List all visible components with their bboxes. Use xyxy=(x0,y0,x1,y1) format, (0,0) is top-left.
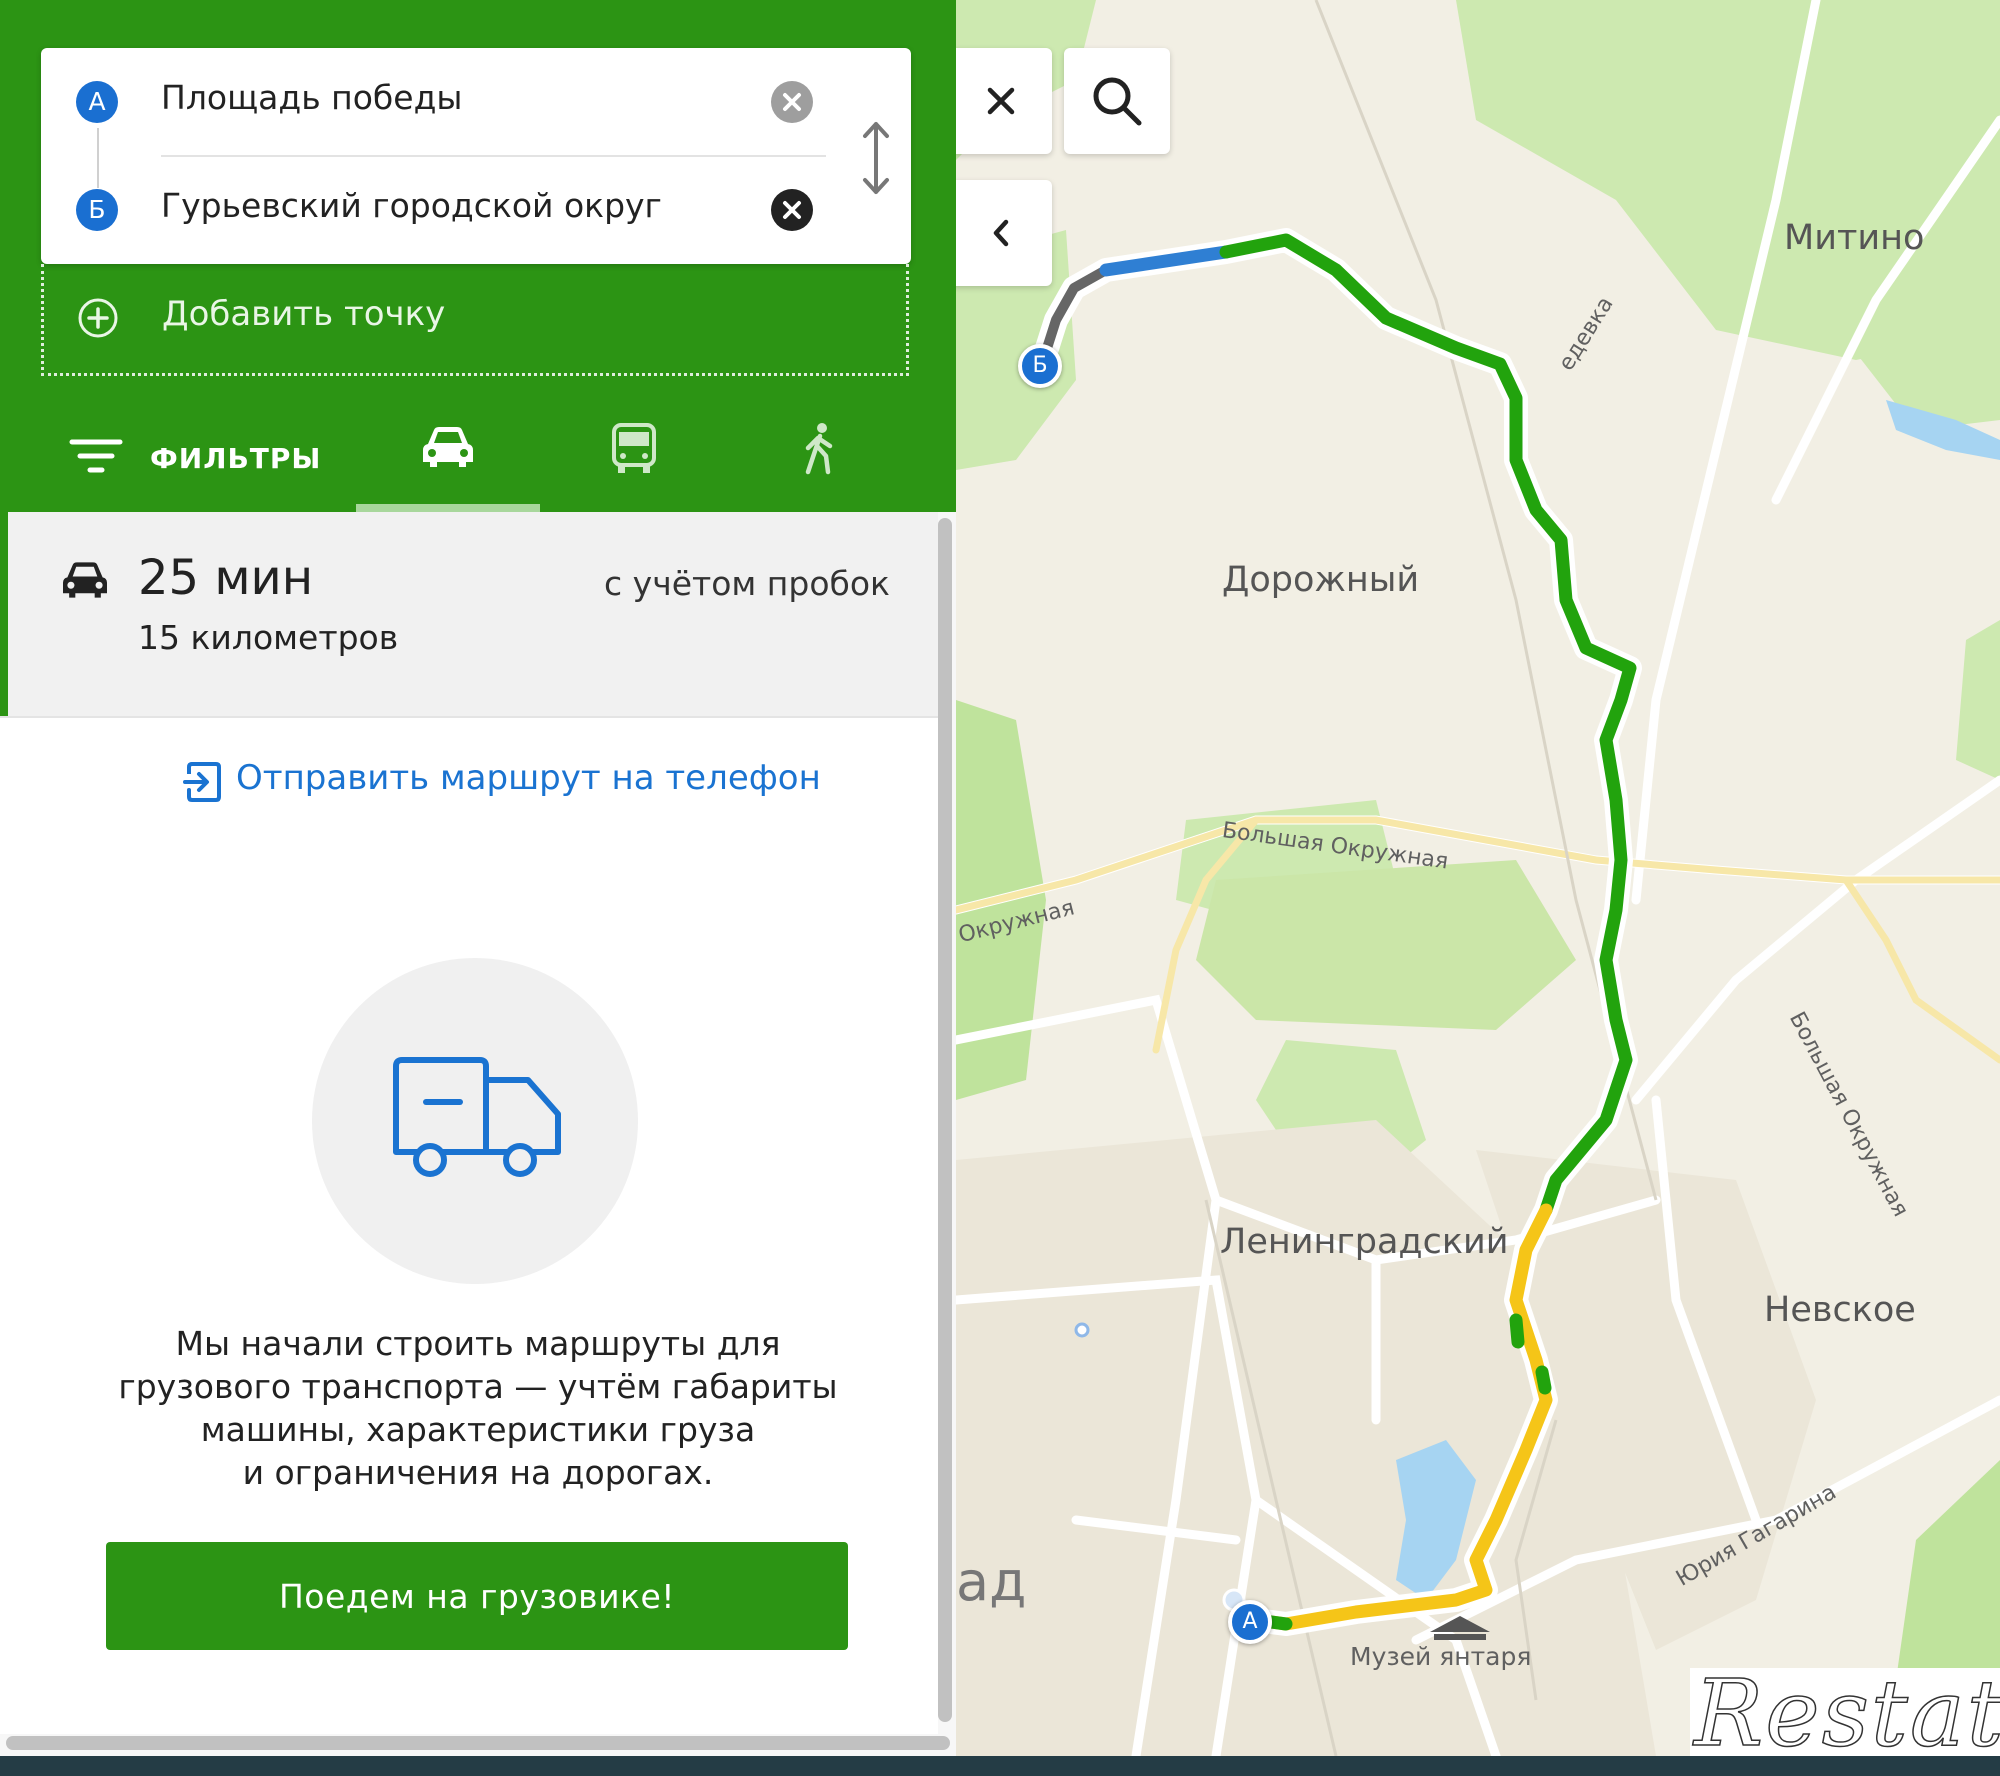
map-label-muzey-yantarya: Музей янтаря xyxy=(1350,1642,1532,1671)
promo-line: грузового транспорта — учтём габариты xyxy=(118,1367,838,1406)
point-a-row[interactable]: А Площадь победы xyxy=(41,48,911,156)
promo-line: Мы начали строить маршруты для xyxy=(175,1324,781,1363)
map-label-city-fragment: ад xyxy=(956,1550,1027,1613)
taskbar xyxy=(0,1756,2000,1776)
route-header: А Площадь победы Б Гурьевский городской … xyxy=(0,0,956,512)
transport-tabs: ФИЛЬТРЫ xyxy=(0,400,956,512)
add-point-label: Добавить точку xyxy=(162,294,446,334)
point-a-badge: А xyxy=(76,81,118,123)
pedestrian-icon xyxy=(805,423,833,475)
close-route-button[interactable] xyxy=(956,48,1052,154)
map-canvas xyxy=(956,0,2000,1756)
send-to-phone-label: Отправить маршрут на телефон xyxy=(236,758,821,798)
bus-icon xyxy=(612,423,656,473)
truck-route-button[interactable]: Поедем на грузовике! xyxy=(106,1542,848,1650)
close-icon xyxy=(987,87,1015,115)
point-a-input[interactable]: Площадь победы xyxy=(161,78,462,117)
tab-transit[interactable] xyxy=(542,400,726,512)
close-icon xyxy=(783,201,801,219)
route-time: 25 мин xyxy=(138,550,314,606)
tab-walk[interactable] xyxy=(728,400,912,512)
map-marker-b[interactable]: Б xyxy=(1018,344,1062,388)
collapse-panel-button[interactable] xyxy=(956,180,1052,286)
clear-point-b-button[interactable] xyxy=(771,189,813,231)
route-panel: А Площадь победы Б Гурьевский городской … xyxy=(0,0,956,1756)
route-summary[interactable]: 25 мин 15 километров с учётом пробок xyxy=(0,512,940,716)
map-search-button[interactable] xyxy=(1064,48,1170,154)
promo-line: машины, характеристики груза xyxy=(200,1410,756,1449)
divider xyxy=(0,716,940,718)
tab-car[interactable] xyxy=(356,400,540,512)
map-label-dorozhny: Дорожный xyxy=(1222,560,1420,600)
traffic-note: с учётом пробок xyxy=(604,564,890,603)
vertical-scrollbar[interactable] xyxy=(938,518,952,1722)
watermark-text: Restate xyxy=(1693,1659,2000,1768)
map-label-leningradsky: Ленинградский xyxy=(1220,1222,1509,1262)
clear-point-a-button[interactable] xyxy=(771,81,813,123)
point-b-badge: Б xyxy=(76,189,118,231)
route-points: А Площадь победы Б Гурьевский городской … xyxy=(41,48,911,264)
truck-promo-text: Мы начали строить маршруты для грузового… xyxy=(80,1322,876,1494)
map-label-nevskoe: Невское xyxy=(1764,1290,1916,1330)
car-icon xyxy=(423,427,473,467)
map-label-mitino: Митино xyxy=(1784,218,1925,258)
send-phone-icon xyxy=(183,762,221,802)
route-distance: 15 километров xyxy=(138,618,399,657)
map-view[interactable]: Митино Дорожный Ленинградский Невское Бо… xyxy=(956,0,2000,1756)
horizontal-scrollbar[interactable] xyxy=(6,1736,950,1750)
search-icon xyxy=(1093,77,1142,126)
add-circle-icon xyxy=(78,298,118,338)
point-b-input[interactable]: Гурьевский городской округ xyxy=(161,186,662,225)
truck-icon xyxy=(393,1057,561,1177)
watermark-logo: Restate xyxy=(1690,1659,2000,1768)
chevron-left-icon xyxy=(993,219,1009,247)
truck-illustration xyxy=(312,958,638,1284)
promo-line: и ограничения на дорогах. xyxy=(242,1453,714,1492)
swap-arrows-icon xyxy=(863,122,889,194)
car-icon xyxy=(63,562,107,598)
point-b-row[interactable]: Б Гурьевский городской округ xyxy=(41,156,911,264)
filter-icon xyxy=(69,439,123,473)
swap-points-button[interactable] xyxy=(851,118,901,198)
add-point-button[interactable]: Добавить точку xyxy=(41,264,909,376)
filters-label: ФИЛЬТРЫ xyxy=(150,442,322,475)
close-icon xyxy=(783,93,801,111)
map-marker-a[interactable]: А xyxy=(1228,1600,1272,1644)
